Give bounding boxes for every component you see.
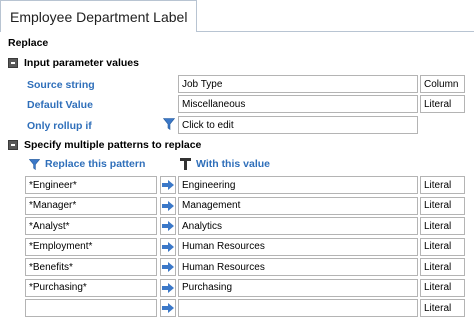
tab-strip: Employee Department Label	[0, 0, 474, 33]
input-params-title: Input parameter values	[24, 57, 139, 69]
section-title: Replace	[8, 37, 49, 49]
source-string-field[interactable]: Job Type	[178, 75, 418, 93]
replacement-value-field[interactable]	[178, 299, 418, 317]
replacement-type[interactable]: Literal	[420, 196, 465, 215]
param-label-default-value: Default Value	[27, 99, 93, 111]
patterns-title: Specify multiple patterns to replace	[24, 139, 202, 151]
replacement-value-field[interactable]: Purchasing	[178, 278, 418, 297]
only-rollup-if-field[interactable]: Click to edit	[178, 116, 418, 134]
replacement-type[interactable]: Literal	[420, 258, 465, 276]
replacement-value-field[interactable]: Human Resources	[178, 258, 418, 276]
text-T-icon	[180, 158, 191, 170]
right-arrow-icon[interactable]	[160, 217, 176, 235]
col-head-with-value-label: With this value	[196, 158, 270, 170]
pattern-field[interactable]: *Purchasing*	[25, 278, 157, 297]
pattern-field[interactable]: *Manager*	[25, 196, 157, 215]
right-arrow-icon[interactable]	[160, 237, 176, 256]
replacement-type[interactable]: Literal	[420, 237, 465, 256]
default-value-field[interactable]: Miscellaneous	[178, 95, 418, 113]
tab-employee-department-label[interactable]: Employee Department Label	[0, 0, 198, 33]
replacement-value-field[interactable]: Management	[178, 196, 418, 215]
right-arrow-icon[interactable]	[160, 299, 176, 317]
default-value-type[interactable]: Literal	[420, 95, 465, 113]
replacement-type[interactable]: Literal	[420, 278, 465, 297]
replacement-value-field[interactable]: Analytics	[178, 217, 418, 235]
pattern-field[interactable]: *Benefits*	[25, 258, 157, 276]
pattern-field[interactable]: *Analyst*	[25, 217, 157, 235]
param-label-source-string: Source string	[27, 79, 95, 91]
pattern-field[interactable]	[25, 299, 157, 317]
col-head-replace-pattern: Replace this pattern	[29, 158, 145, 170]
pattern-field[interactable]: *Employment*	[25, 237, 157, 256]
right-arrow-icon[interactable]	[160, 176, 176, 194]
source-string-type[interactable]: Column	[420, 75, 465, 93]
minus-box-icon[interactable]	[8, 58, 18, 68]
tab-label: Employee Department Label	[10, 8, 188, 25]
pattern-field[interactable]: *Engineer*	[25, 176, 157, 194]
replacement-value-field[interactable]: Human Resources	[178, 237, 418, 256]
patterns-header[interactable]: Specify multiple patterns to replace	[8, 139, 201, 151]
right-arrow-icon[interactable]	[160, 278, 176, 297]
minus-box-icon[interactable]	[8, 140, 18, 150]
right-arrow-icon[interactable]	[160, 258, 176, 276]
right-arrow-icon[interactable]	[160, 196, 176, 215]
filter-icon	[163, 118, 175, 130]
filter-icon	[29, 158, 40, 170]
replacement-value-field[interactable]: Engineering	[178, 176, 418, 194]
replacement-type[interactable]: Literal	[420, 176, 465, 194]
input-params-header[interactable]: Input parameter values	[8, 57, 139, 69]
param-label-only-rollup-if: Only rollup if	[27, 120, 92, 132]
col-head-with-value: With this value	[180, 158, 270, 170]
replacement-type[interactable]: Literal	[420, 299, 465, 317]
replacement-type[interactable]: Literal	[420, 217, 465, 235]
col-head-replace-pattern-label: Replace this pattern	[45, 158, 146, 170]
